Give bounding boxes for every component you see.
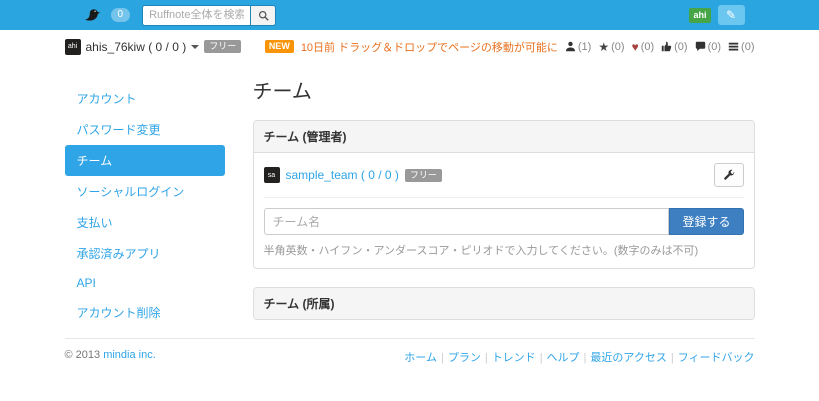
register-button[interactable]: 登録する xyxy=(669,208,743,235)
stat-count: (1) xyxy=(578,41,591,53)
sidebar-item-payment[interactable]: 支払い xyxy=(65,207,225,238)
thumbs-up-icon xyxy=(661,41,672,52)
footer-link-feedback[interactable]: フィードバック xyxy=(678,352,755,364)
footer-links: ホーム|プラン|トレンド|ヘルプ|最近のアクセス|フィードバック xyxy=(404,349,754,365)
search-button[interactable] xyxy=(250,5,276,26)
admin-teams-panel: チーム (管理者) sa sample_team ( 0 / 0 ) フリー xyxy=(253,120,755,269)
sidebar-item-account[interactable]: アカウント xyxy=(65,83,225,114)
footer: © 2013 mindia inc. ホーム|プラン|トレンド|ヘルプ|最近のア… xyxy=(0,338,819,377)
stat-comments[interactable]: (0) xyxy=(695,41,721,53)
admin-panel-header: チーム (管理者) xyxy=(254,121,754,153)
page-title: チーム xyxy=(253,75,755,104)
stat-likes[interactable]: ♥ (0) xyxy=(632,40,655,54)
create-team-form: 登録する xyxy=(264,208,744,235)
team-row: sa sample_team ( 0 / 0 ) フリー xyxy=(264,163,744,198)
copyright: © 2013 mindia inc. xyxy=(65,349,156,365)
stat-pages[interactable]: (0) xyxy=(728,41,754,53)
separator: | xyxy=(540,352,543,364)
page: 0 ahi ✎ xyxy=(0,0,819,401)
heart-icon: ♥ xyxy=(632,40,639,54)
search-input[interactable] xyxy=(142,5,250,26)
user-badge[interactable]: ahi xyxy=(689,8,710,23)
separator: | xyxy=(584,352,587,364)
search-icon xyxy=(258,10,269,21)
bird-logo-icon xyxy=(83,7,103,23)
username-link[interactable]: ahis_76kiw ( 0 / 0 ) xyxy=(86,40,187,54)
footer-link-recent-access[interactable]: 最近のアクセス xyxy=(590,352,666,364)
new-page-button[interactable]: ✎ xyxy=(718,5,745,25)
member-panel-header: チーム (所属) xyxy=(254,288,754,319)
content: チーム チーム (管理者) sa sample_team ( 0 / 0 ) フ… xyxy=(253,69,755,338)
star-icon: ★ xyxy=(598,40,609,54)
stat-count: (0) xyxy=(674,41,687,53)
stat-count: (0) xyxy=(611,41,624,53)
sidebar-item-approved-apps[interactable]: 承認済みアプリ xyxy=(65,238,225,269)
footer-link-trend[interactable]: トレンド xyxy=(492,352,536,364)
wrench-icon xyxy=(723,169,735,181)
new-badge: NEW xyxy=(265,40,294,53)
team-link[interactable]: sample_team ( 0 / 0 ) xyxy=(286,168,399,182)
user-avatar[interactable]: ahi xyxy=(65,39,81,55)
copyright-text: © 2013 xyxy=(65,349,101,361)
pencil-icon: ✎ xyxy=(726,9,736,21)
stat-stars[interactable]: ★ (0) xyxy=(598,40,624,54)
news-link[interactable]: 10日前 ドラッグ＆ドロップでページの移動が可能に xyxy=(301,39,558,55)
separator: | xyxy=(485,352,488,364)
stat-count: (0) xyxy=(708,41,721,53)
settings-sidebar: アカウント パスワード変更 チーム ソーシャルログイン 支払い 承認済みアプリ … xyxy=(65,69,225,338)
user-context-bar: ahi ahis_76kiw ( 0 / 0 ) フリー NEW 10日前 ドラ… xyxy=(0,30,819,63)
main-area: アカウント パスワード変更 チーム ソーシャルログイン 支払い 承認済みアプリ … xyxy=(65,63,755,338)
stat-members[interactable]: (1) xyxy=(565,41,591,53)
team-settings-button[interactable] xyxy=(714,163,744,187)
brand-logo[interactable] xyxy=(65,7,103,23)
user-icon xyxy=(565,41,576,52)
sidebar-item-team[interactable]: チーム xyxy=(65,145,225,176)
stat-count: (0) xyxy=(641,41,654,53)
chevron-down-icon[interactable] xyxy=(191,45,199,49)
sidebar-item-api[interactable]: API xyxy=(65,269,225,297)
comment-icon xyxy=(695,41,706,52)
footer-link-plan[interactable]: プラン xyxy=(448,352,481,364)
team-plan-badge: フリー xyxy=(405,169,442,182)
footer-link-help[interactable]: ヘルプ xyxy=(547,352,580,364)
team-name-help: 半角英数・ハイフン・アンダースコア・ピリオドで入力してください。(数字のみは不可… xyxy=(264,242,744,258)
notification-badge[interactable]: 0 xyxy=(111,8,131,22)
stat-thumbs[interactable]: (0) xyxy=(661,41,687,53)
team-name-input[interactable] xyxy=(264,208,670,235)
top-navbar: 0 ahi ✎ xyxy=(0,0,819,30)
footer-link-home[interactable]: ホーム xyxy=(404,352,437,364)
separator: | xyxy=(441,352,444,364)
sidebar-item-delete-account[interactable]: アカウント削除 xyxy=(65,297,225,328)
member-teams-panel: チーム (所属) xyxy=(253,287,755,320)
team-avatar: sa xyxy=(264,167,280,183)
plan-badge: フリー xyxy=(204,40,241,53)
global-search xyxy=(142,5,276,26)
company-link[interactable]: mindia inc. xyxy=(103,349,156,361)
sidebar-item-password[interactable]: パスワード変更 xyxy=(65,114,225,145)
sidebar-item-social-login[interactable]: ソーシャルログイン xyxy=(65,176,225,207)
separator: | xyxy=(671,352,674,364)
table-icon xyxy=(728,41,739,52)
stat-count: (0) xyxy=(741,41,754,53)
